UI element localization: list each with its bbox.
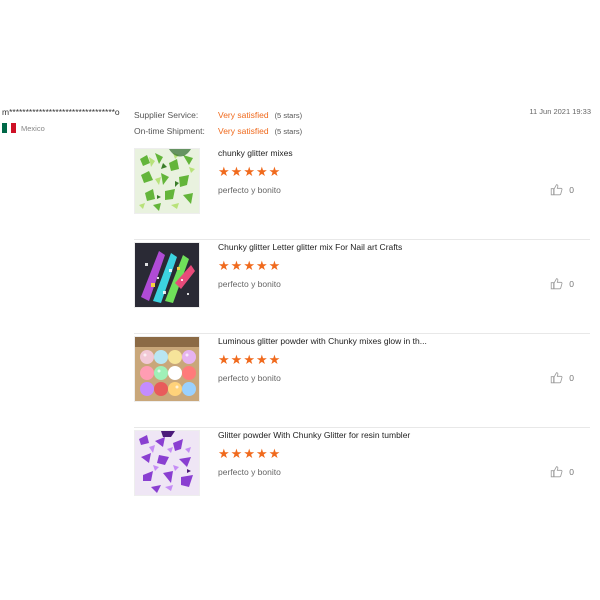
product-thumbnail[interactable] [134, 242, 200, 308]
star-icon: ★ [268, 352, 281, 367]
like-button[interactable]: 0 [550, 371, 574, 384]
review-date: 11 Jun 2021 19:33 [529, 107, 591, 116]
product-thumbnail[interactable] [134, 430, 200, 496]
rating-label: On-time Shipment: [134, 126, 205, 136]
item-star-rating: ★ ★ ★ ★ ★ [218, 353, 280, 366]
star-icon: ★ [230, 352, 243, 367]
review-comment: perfecto y bonito [218, 185, 281, 195]
like-button[interactable]: 0 [550, 277, 574, 290]
item-star-rating: ★ ★ ★ ★ ★ [218, 165, 280, 178]
rating-supplier-service: Supplier Service: Very satisfied (5 star… [134, 107, 302, 123]
item-title[interactable]: Chunky glitter Letter glitter mix For Na… [218, 242, 402, 252]
review-comment: perfecto y bonito [218, 373, 281, 383]
star-icon: ★ [255, 446, 268, 461]
product-thumbnail[interactable] [134, 148, 200, 214]
star-icon: ★ [218, 446, 230, 461]
star-icon: ★ [268, 258, 281, 273]
reviewer-name: m********************************o [2, 107, 120, 117]
like-count: 0 [569, 466, 574, 477]
mexico-flag-icon [2, 123, 17, 133]
star-icon: ★ [255, 258, 268, 273]
star-icon: ★ [230, 258, 243, 273]
item-star-rating: ★ ★ ★ ★ ★ [218, 447, 280, 460]
star-icon: ★ [255, 352, 268, 367]
star-icon: ★ [230, 446, 243, 461]
item-star-rating: ★ ★ ★ ★ ★ [218, 259, 280, 272]
reviewed-items-list: chunky glitter mixes ★ ★ ★ ★ ★ perfecto … [134, 146, 590, 521]
product-thumbnail[interactable] [134, 336, 200, 402]
like-count: 0 [569, 372, 574, 383]
order-ratings: Supplier Service: Very satisfied (5 star… [134, 107, 302, 139]
star-icon: ★ [268, 446, 281, 461]
item-title[interactable]: Luminous glitter powder with Chunky mixe… [218, 336, 427, 346]
star-icon: ★ [255, 164, 268, 179]
thumbs-up-icon [551, 278, 563, 290]
star-icon: ★ [243, 258, 255, 273]
review-comment: perfecto y bonito [218, 279, 281, 289]
like-button[interactable]: 0 [550, 183, 574, 196]
list-item: Glitter powder With Chunky Glitter for r… [134, 428, 590, 521]
list-item: Luminous glitter powder with Chunky mixe… [134, 334, 590, 428]
star-icon: ★ [243, 352, 255, 367]
item-title[interactable]: chunky glitter mixes [218, 148, 293, 158]
rating-value: Very satisfied [218, 126, 269, 136]
reviewer-info: m********************************o Mexic… [2, 107, 132, 133]
rating-ontime-shipment: On-time Shipment: Very satisfied (5 star… [134, 123, 302, 139]
star-icon: ★ [218, 352, 230, 367]
like-count: 0 [569, 184, 574, 195]
rating-stars-text: (5 stars) [274, 110, 303, 120]
star-icon: ★ [243, 446, 255, 461]
thumbs-up-icon [551, 372, 563, 384]
star-icon: ★ [230, 164, 243, 179]
star-icon: ★ [218, 258, 230, 273]
country-name: Mexico [21, 123, 45, 133]
star-icon: ★ [268, 164, 281, 179]
thumbs-up-icon [551, 466, 563, 478]
like-button[interactable]: 0 [550, 465, 574, 478]
rating-label: Supplier Service: [134, 110, 199, 120]
like-count: 0 [569, 278, 574, 289]
reviewer-country: Mexico [2, 123, 132, 133]
star-icon: ★ [243, 164, 255, 179]
list-item: chunky glitter mixes ★ ★ ★ ★ ★ perfecto … [134, 146, 590, 240]
list-item: Chunky glitter Letter glitter mix For Na… [134, 240, 590, 334]
rating-stars-text: (5 stars) [274, 126, 303, 136]
rating-value: Very satisfied [218, 110, 269, 120]
review-comment: perfecto y bonito [218, 467, 281, 477]
star-icon: ★ [218, 164, 230, 179]
item-title[interactable]: Glitter powder With Chunky Glitter for r… [218, 430, 410, 440]
thumbs-up-icon [551, 184, 563, 196]
